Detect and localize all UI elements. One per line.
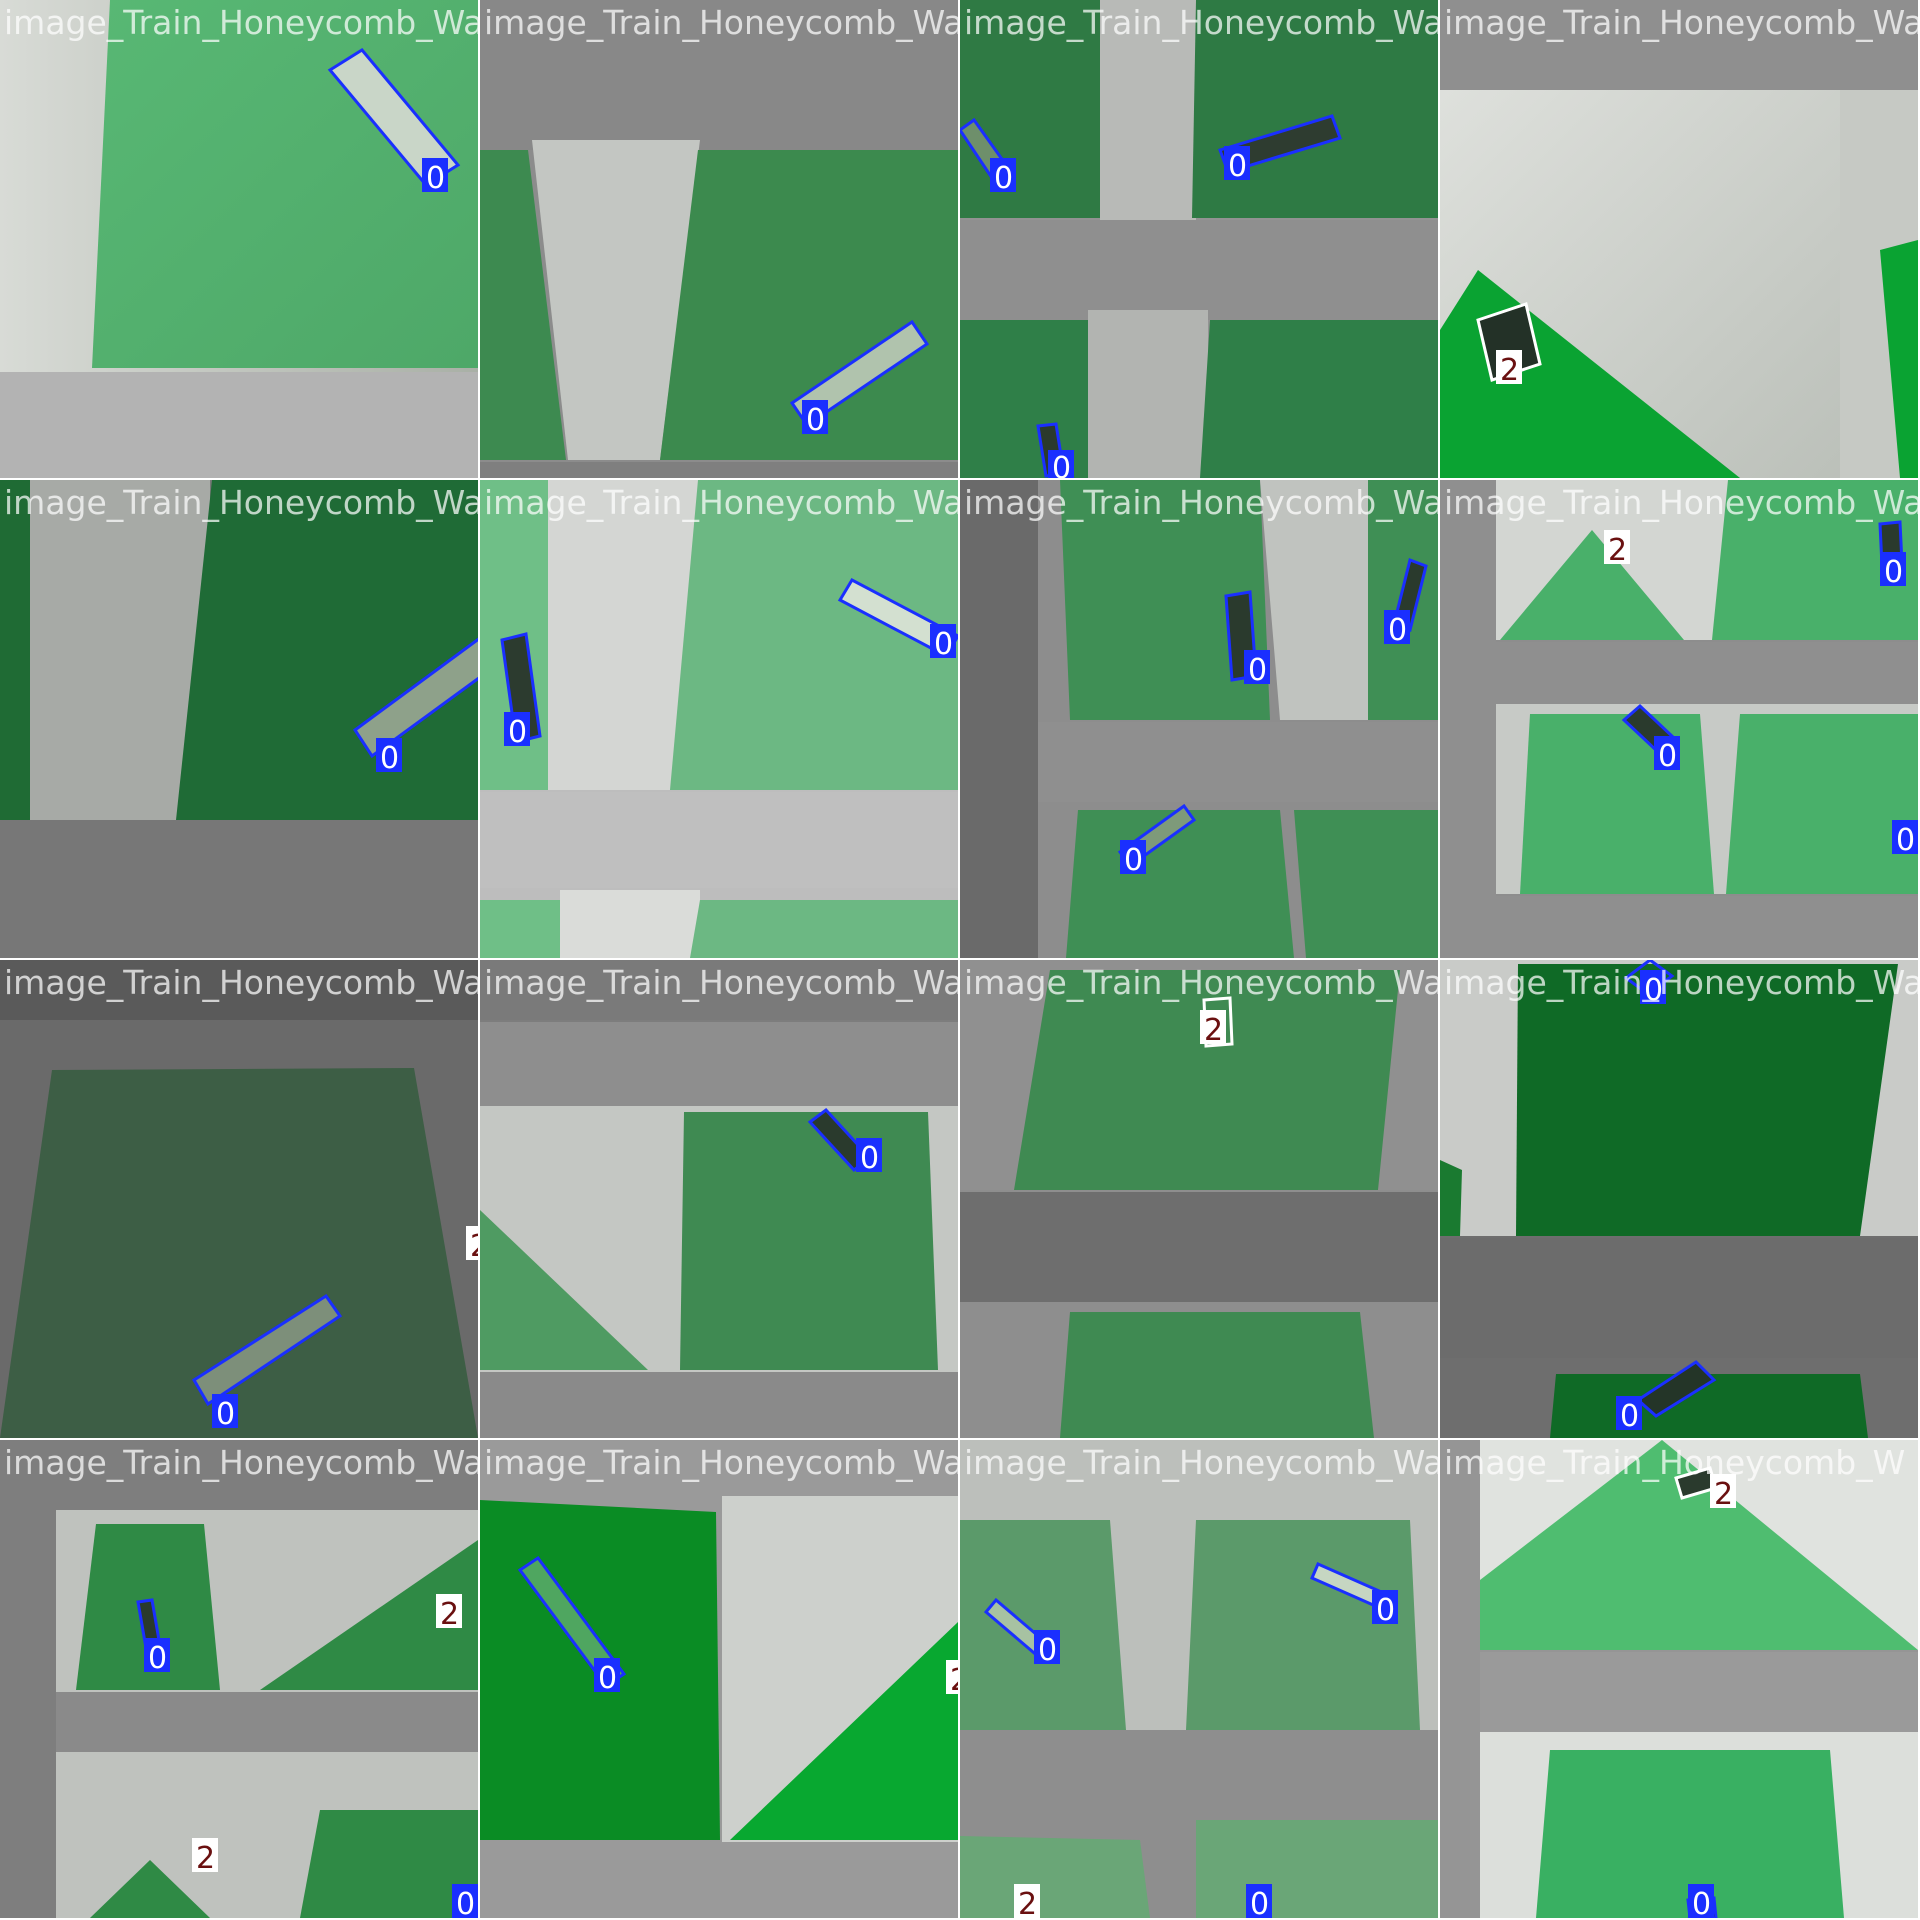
detection-overlay: 2 0 0 0 <box>1604 530 1918 858</box>
class-label: 2 <box>950 1663 958 1698</box>
class-label: 2 <box>1500 353 1519 388</box>
detection-mosaic: image_Train_Honeycomb_Wall_ToolTrain_164… <box>0 0 1920 1920</box>
class-label: 0 <box>1124 843 1143 878</box>
class-label: 2 <box>470 1229 478 1264</box>
class-label: 0 <box>1884 555 1903 590</box>
mosaic-tile[interactable]: image_Train_Honeycomb_Wall_ToolTrain_165… <box>0 480 478 958</box>
mosaic-tile[interactable]: image_Train_Honeycomb_Wall_ToolTrain_103… <box>0 1440 478 1918</box>
detection-overlay: 0 <box>802 400 828 438</box>
class-label: 0 <box>1620 1399 1639 1434</box>
class-label: 0 <box>1038 1633 1057 1668</box>
detection-overlay: 0 <box>376 738 402 776</box>
detection-overlay: 0 2 <box>212 1226 478 1432</box>
mosaic-tile[interactable]: image_Train_Honeycomb_Wall_ToolTrain_896… <box>960 0 1438 478</box>
class-label: 0 <box>216 1397 235 1432</box>
class-label: 0 <box>806 403 825 438</box>
detection-overlay: 0 2 2 0 <box>144 1594 478 1918</box>
class-label: 2 <box>1204 1013 1223 1048</box>
mosaic-tile[interactable]: image_Train_Honeycomb_Wall_ToolTrain_867… <box>960 480 1438 958</box>
class-label: 2 <box>1018 1887 1037 1918</box>
class-label: 2 <box>440 1597 459 1632</box>
detection-overlay: 2 <box>1200 1010 1226 1048</box>
mosaic-tile[interactable]: image_Train_Honeycomb_Wall_ToolTrain_232… <box>480 480 958 958</box>
mosaic-tile[interactable]: image_Train_Honeycomb_Wall_ToolTrain_176… <box>480 1440 958 1918</box>
class-label: 0 <box>1052 451 1071 478</box>
mosaic-tile[interactable]: image_Train_Honeycomb_Wall_ 2 0 0 0 <box>1440 480 1918 958</box>
class-label: 0 <box>1896 823 1915 858</box>
mosaic-tile[interactable]: image_Train_Honeycomb_Wall_ToolTrain_429… <box>480 960 958 1438</box>
class-label: 0 <box>1250 1887 1269 1918</box>
mosaic-tile[interactable]: image_Train_Honeycomb_Wall_ToolTrain_127… <box>480 0 958 478</box>
class-label: 0 <box>860 1141 879 1176</box>
class-label: 0 <box>1228 149 1247 184</box>
class-label: 2 <box>196 1841 215 1876</box>
detection-overlay: 2 <box>1496 350 1522 388</box>
class-label: 0 <box>456 1887 475 1918</box>
class-label: 0 <box>1248 653 1267 688</box>
class-label: 0 <box>1692 1887 1711 1918</box>
class-label: 2 <box>1608 533 1627 568</box>
detection-overlay: 0 <box>856 1138 882 1176</box>
mosaic-tile[interactable]: image_Train_Honeycomb_Wall_ToolTrain_ 2 <box>1440 0 1918 478</box>
class-label: 0 <box>1388 613 1407 648</box>
class-label: 0 <box>426 161 445 196</box>
detection-overlay: 0 0 <box>504 624 956 750</box>
class-label: 0 <box>508 715 527 750</box>
mosaic-tile[interactable]: image_Train_Honeycomb_Wall_PliersTrain_C… <box>960 960 1438 1438</box>
detection-overlay: 0 0 2 0 <box>1014 1590 1398 1918</box>
detection-overlay: 2 0 <box>1688 1474 1736 1918</box>
class-label: 0 <box>1376 1593 1395 1628</box>
class-label: 0 <box>1644 973 1663 1008</box>
mosaic-tile[interactable]: image_Train_Honeycomb_Wall_PliersTrain_C… <box>0 960 478 1438</box>
class-label: 0 <box>148 1641 167 1676</box>
mosaic-tile[interactable]: image_Train_Honeycomb_Wall_ 0 0 <box>1440 960 1918 1438</box>
class-label: 0 <box>994 161 1013 196</box>
class-label: 0 <box>1658 739 1677 774</box>
mosaic-tile[interactable]: image_Train_Honeycomb_Wall_ToolTrain_152… <box>960 1440 1438 1918</box>
detection-overlay: 0 0 0 <box>990 146 1250 478</box>
class-label: 0 <box>380 741 399 776</box>
detection-overlay: 0 0 0 <box>1120 610 1410 878</box>
class-label: 0 <box>598 1661 617 1696</box>
detection-overlay: 0 2 <box>594 1658 958 1698</box>
detection-overlay: 0 <box>422 158 448 196</box>
class-label: 2 <box>1714 1477 1733 1512</box>
class-label: 0 <box>934 627 953 662</box>
detection-overlay: 0 0 <box>1616 970 1666 1434</box>
mosaic-tile[interactable]: image_Train_Honeycomb_Wall_ToolTrain_164… <box>0 0 478 478</box>
mosaic-tile[interactable]: image_Train_Honeycomb_W 2 0 <box>1440 1440 1918 1918</box>
